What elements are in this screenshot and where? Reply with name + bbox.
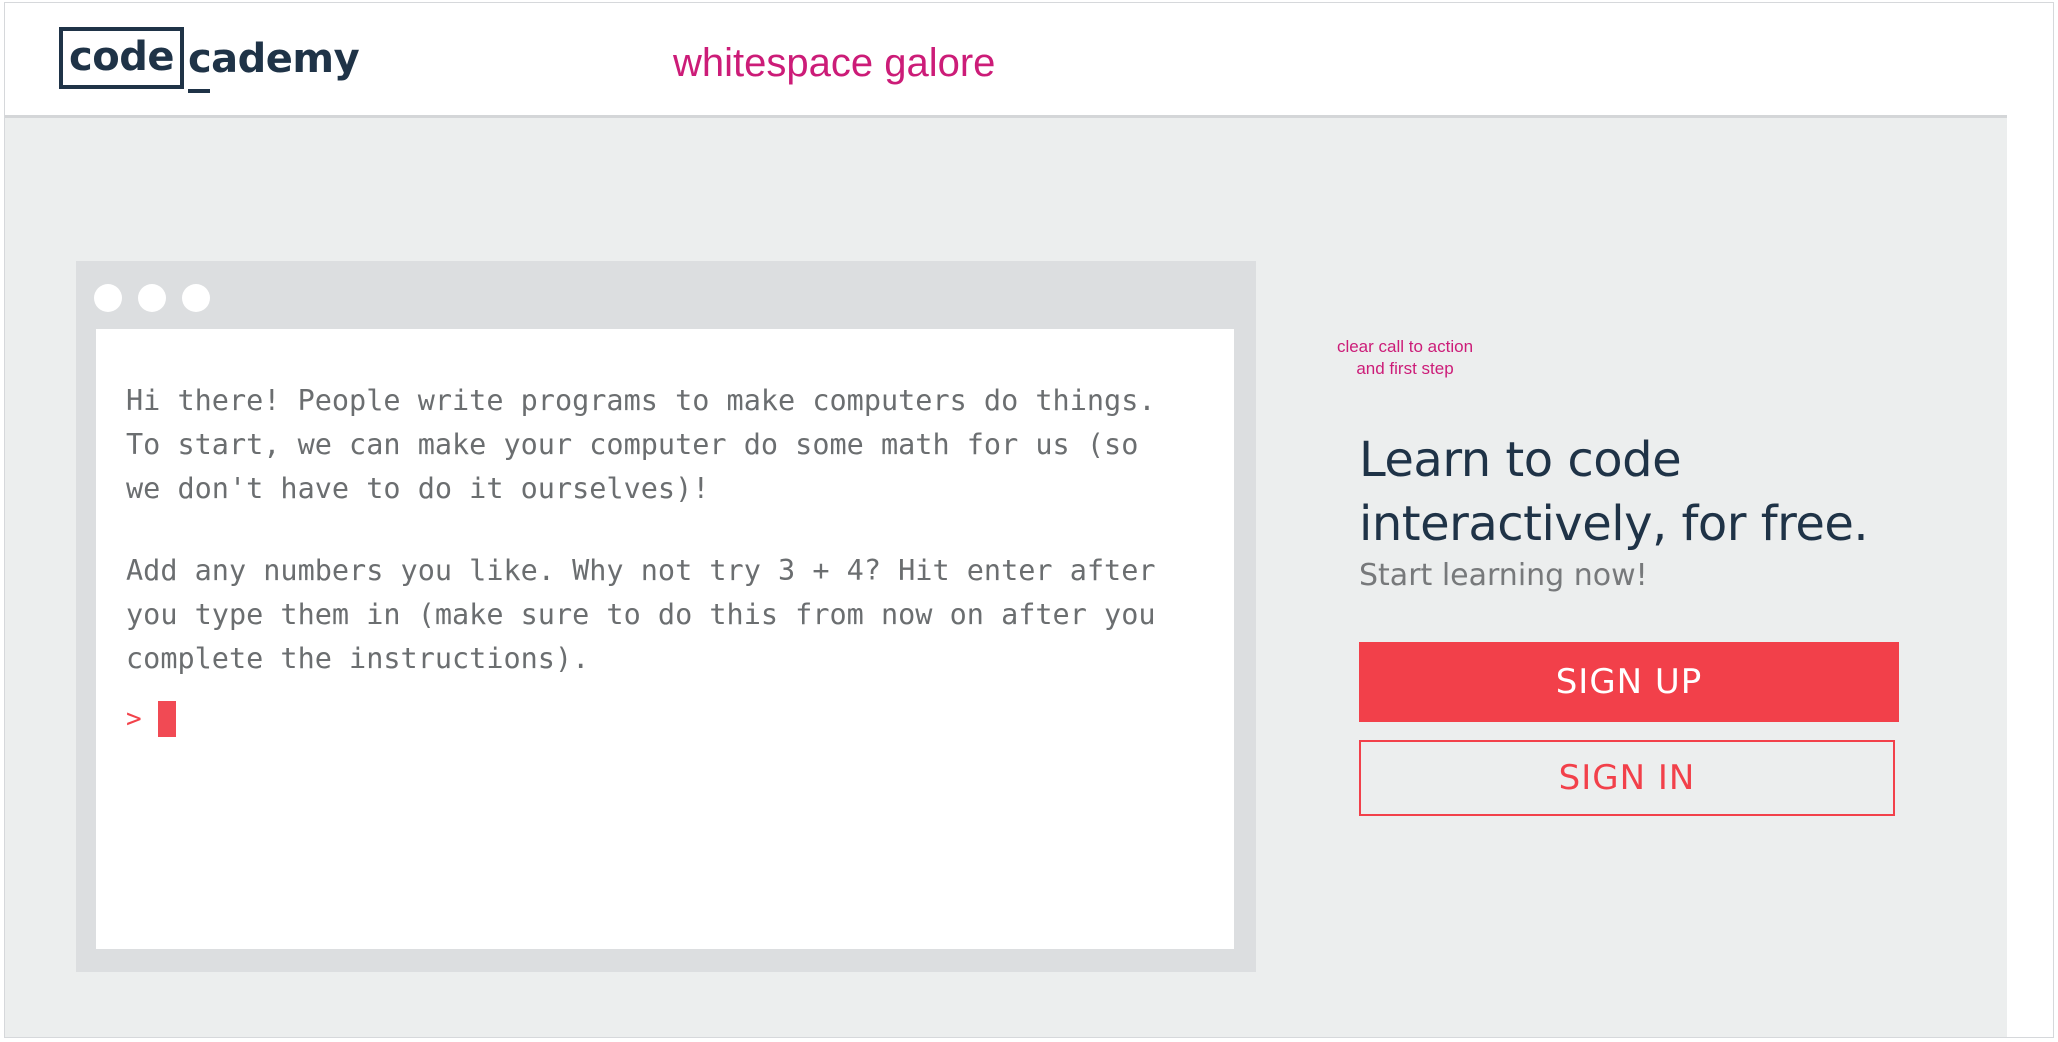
- terminal-prompt[interactable]: >: [126, 701, 176, 737]
- logo-code-box: code: [59, 27, 184, 89]
- annotation-whitespace: whitespace galore: [673, 41, 996, 85]
- headline-line1: Learn to code: [1359, 432, 1682, 488]
- hero-subhead: Start learning now!: [1359, 558, 1648, 593]
- logo-cademy-label: cademy: [187, 36, 360, 82]
- terminal-window: Hi there! People write programs to make …: [76, 261, 1256, 972]
- headline-line2: interactively, for free.: [1359, 496, 1869, 552]
- sign-in-button[interactable]: SIGN IN: [1359, 740, 1895, 816]
- window-dot-icon: [182, 284, 210, 312]
- instruction-paragraph-1: Hi there! People write programs to make …: [126, 384, 1156, 505]
- logo-cademy-text: cademy: [187, 33, 360, 93]
- prompt-symbol: >: [126, 704, 142, 734]
- hero-section: Hi there! People write programs to make …: [5, 118, 2007, 1037]
- annotation-cta: clear call to action and first step: [1325, 336, 1485, 380]
- instruction-paragraph-2: Add any numbers you like. Why not try 3 …: [126, 554, 1156, 675]
- window-dot-icon: [138, 284, 166, 312]
- terminal-body[interactable]: Hi there! People write programs to make …: [96, 329, 1234, 949]
- terminal-instructions: Hi there! People write programs to make …: [126, 379, 1186, 719]
- browser-frame: code cademy whitespace galore Hi there! …: [4, 2, 2054, 1038]
- hero-headline: Learn to code interactively, for free.: [1359, 428, 1959, 556]
- sign-up-button[interactable]: SIGN UP: [1359, 642, 1899, 722]
- annotation-cta-line1: clear call to action: [1336, 337, 1474, 356]
- logo-underline: [187, 89, 210, 93]
- window-dot-icon: [94, 284, 122, 312]
- text-cursor: [157, 701, 176, 737]
- codecademy-logo[interactable]: code cademy: [59, 25, 360, 93]
- annotation-cta-line2: and first step: [1356, 359, 1454, 378]
- site-header: code cademy whitespace galore: [5, 3, 2007, 118]
